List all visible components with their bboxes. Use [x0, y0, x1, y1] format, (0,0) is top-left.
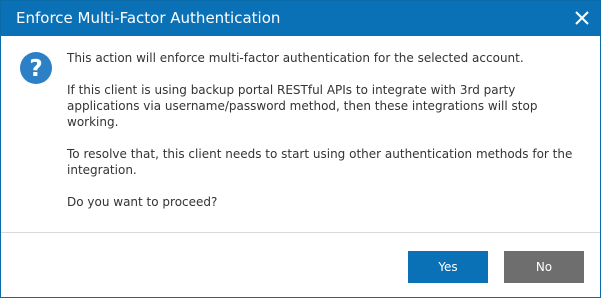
yes-button[interactable]: Yes [408, 251, 488, 283]
message-paragraph-4: Do you want to proceed? [67, 195, 218, 209]
message-paragraph-2: If this client is using backup portal RE… [67, 83, 538, 129]
dialog-footer: Yes No [1, 233, 600, 297]
enforce-mfa-dialog: Enforce Multi-Factor Authentication ? Th… [0, 0, 601, 298]
svg-text:?: ? [29, 56, 42, 82]
dialog-titlebar: Enforce Multi-Factor Authentication [1, 1, 600, 36]
dialog-title: Enforce Multi-Factor Authentication [16, 9, 281, 27]
message-paragraph-1: This action will enforce multi-factor au… [67, 51, 524, 65]
dialog-body: ? This action will enforce multi-factor … [1, 36, 600, 232]
close-icon[interactable] [572, 8, 592, 28]
no-button[interactable]: No [504, 251, 584, 283]
message-paragraph-3: To resolve that, this client needs to st… [67, 147, 573, 177]
dialog-message: This action will enforce multi-factor au… [67, 50, 587, 226]
question-icon: ? [20, 52, 52, 84]
